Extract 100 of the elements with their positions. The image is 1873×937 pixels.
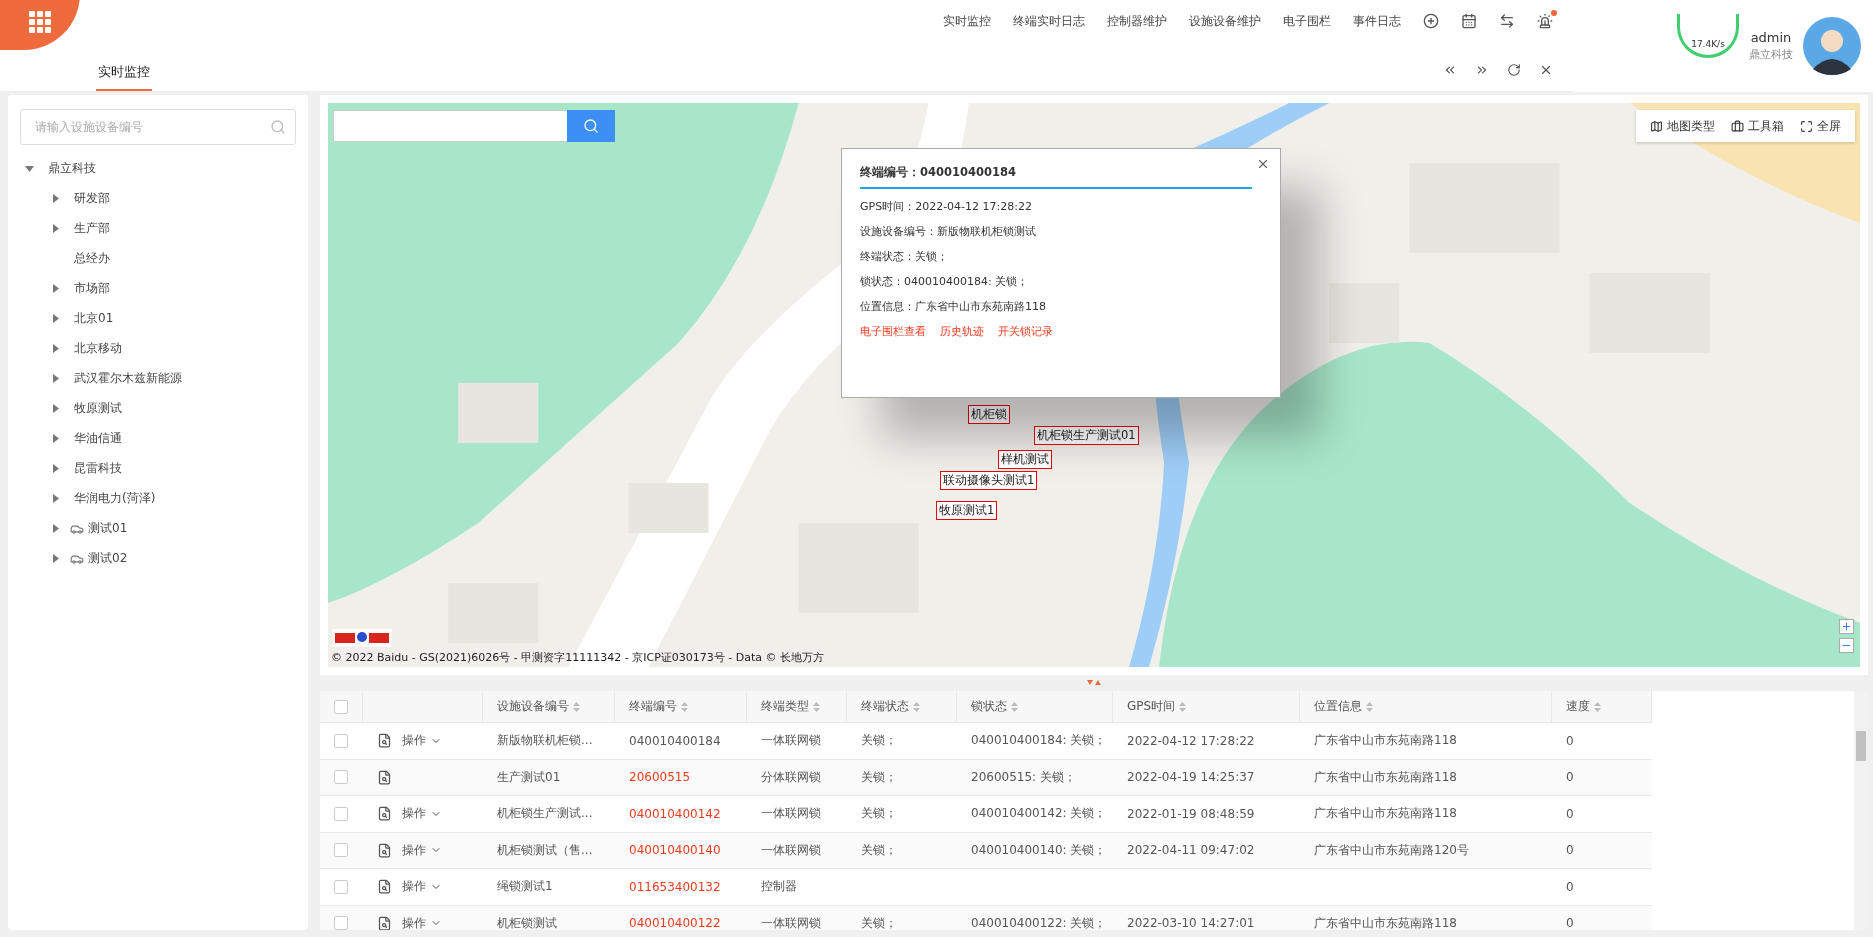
tree-item[interactable]: 华润电力(菏泽) (20, 486, 296, 511)
tree-item[interactable]: 牧原测试 (20, 396, 296, 421)
detail-icon[interactable] (377, 915, 392, 930)
caret-right-icon[interactable] (50, 434, 60, 443)
zoom-out-button[interactable] (1839, 638, 1854, 653)
row-checkbox[interactable] (334, 806, 348, 821)
row-checkbox[interactable] (334, 770, 348, 785)
map-marker-label[interactable]: 牧原测试1 (936, 501, 998, 520)
popup-title: 终端编号：040010400184 (860, 165, 1252, 189)
operation-dropdown[interactable]: 操作 (402, 805, 442, 823)
column-header[interactable]: 终端状态 (847, 691, 957, 723)
user-name[interactable]: admin (1750, 30, 1792, 45)
close-icon[interactable] (1256, 157, 1270, 171)
nav-link[interactable]: 控制器维护 (1107, 12, 1167, 30)
popup-link[interactable]: 开关锁记录 (998, 324, 1053, 339)
tab[interactable]: 实时监控 (96, 63, 152, 91)
collapse-arrows-icon[interactable] (1087, 680, 1101, 686)
popup-link[interactable]: 电子围栏查看 (860, 324, 926, 339)
device-search-field[interactable]: 请输入设施设备编号 (20, 109, 296, 145)
map-marker-label[interactable]: 联动摄像头测试1 (940, 471, 1038, 490)
first-icon[interactable] (1443, 63, 1457, 77)
caret-right-icon[interactable] (50, 554, 60, 563)
zoom-in-button[interactable] (1839, 619, 1854, 634)
map-marker-label[interactable]: 机柜锁生产测试01 (1034, 426, 1139, 445)
table-cell: 一体联网锁 (747, 832, 847, 869)
caret-down-icon[interactable] (24, 164, 34, 173)
nav-link[interactable]: 实时监控 (943, 12, 991, 30)
row-checkbox[interactable] (334, 733, 348, 748)
caret-right-icon[interactable] (50, 404, 60, 413)
app-logo[interactable] (0, 0, 80, 50)
operation-dropdown[interactable]: 操作 (402, 841, 442, 859)
tree-item[interactable]: 研发部 (20, 186, 296, 211)
nav-link[interactable]: 终端实时日志 (1013, 12, 1085, 30)
row-checkbox[interactable] (334, 916, 348, 930)
detail-icon[interactable] (377, 842, 392, 858)
table-cell: 2022-04-11 09:47:02 (1113, 832, 1300, 869)
caret-right-icon[interactable] (50, 374, 60, 383)
tree-item[interactable]: 鼎立科技 (20, 156, 296, 181)
popup-link[interactable]: 历史轨迹 (940, 324, 984, 339)
add-icon[interactable] (1423, 13, 1439, 29)
swap-icon[interactable] (1499, 13, 1515, 29)
tree-item[interactable]: 测试02 (20, 546, 296, 571)
tree-item[interactable]: 昆雷科技 (20, 456, 296, 481)
table-cell: 机柜锁测试 (483, 905, 615, 930)
table-cell: 0 (1552, 759, 1652, 796)
tree-item[interactable]: 生产部 (20, 216, 296, 241)
map-tool-button[interactable]: 工具箱 (1725, 117, 1790, 135)
map-copyright: © 2022 Baidu - GS(2021)6026号 - 甲测资字11111342 - 京ICP证030173号 - Data © 长地万方 (331, 650, 824, 665)
column-header[interactable]: 位置信息 (1300, 691, 1552, 723)
table-cell: 关锁； (847, 832, 957, 869)
table-cell: 040010400140 (615, 832, 747, 869)
search-button[interactable] (567, 110, 615, 142)
caret-right-icon[interactable] (50, 494, 60, 503)
tree-item[interactable]: 华油信通 (20, 426, 296, 451)
tree-item[interactable]: 测试01 (20, 516, 296, 541)
map-marker-label[interactable]: 机柜锁 (968, 405, 1010, 424)
last-icon[interactable] (1475, 63, 1489, 77)
column-header[interactable]: GPS时间 (1113, 691, 1300, 723)
refresh-icon[interactable] (1507, 63, 1521, 77)
avatar-icon[interactable] (1803, 17, 1861, 75)
caret-right-icon[interactable] (50, 524, 60, 533)
column-header[interactable]: 设施设备编号 (483, 691, 615, 723)
table-cell: 20600515: 关锁； (957, 759, 1113, 796)
operation-dropdown[interactable]: 操作 (402, 878, 442, 896)
detail-icon[interactable] (377, 806, 392, 822)
column-header[interactable]: 终端编号 (615, 691, 747, 723)
caret-right-icon[interactable] (50, 194, 60, 203)
column-header[interactable]: 终端类型 (747, 691, 847, 723)
select-all-checkbox[interactable] (334, 699, 348, 714)
nav-link[interactable]: 电子围栏 (1283, 12, 1331, 30)
detail-icon[interactable] (377, 769, 392, 785)
row-checkbox[interactable] (334, 843, 348, 858)
close-icon[interactable] (1539, 63, 1553, 77)
caret-right-icon[interactable] (50, 314, 60, 323)
caret-right-icon[interactable] (50, 464, 60, 473)
map-marker-label[interactable]: 样机测试 (998, 450, 1052, 469)
detail-icon[interactable] (377, 733, 392, 749)
tree-item[interactable]: 市场部 (20, 276, 296, 301)
column-header[interactable]: 锁状态 (957, 691, 1113, 723)
table-cell: 0 (1552, 832, 1652, 869)
nav-link[interactable]: 事件日志 (1353, 12, 1401, 30)
caret-right-icon[interactable] (50, 344, 60, 353)
map-search-field[interactable] (333, 110, 567, 142)
calendar-icon[interactable] (1461, 13, 1477, 29)
caret-right-icon[interactable] (50, 284, 60, 293)
tree-item[interactable]: 北京01 (20, 306, 296, 331)
operation-dropdown[interactable]: 操作 (402, 732, 442, 750)
nav-link[interactable]: 设施设备维护 (1189, 12, 1261, 30)
map-tool-button[interactable]: 地图类型 (1644, 117, 1721, 135)
caret-right-icon[interactable] (50, 224, 60, 233)
tree-item[interactable]: 北京移动 (20, 336, 296, 361)
table-cell: 广东省中山市东苑南路120号 (1300, 832, 1552, 869)
map-tool-button[interactable]: 全屏 (1794, 117, 1847, 135)
tree-item[interactable]: 总经办 (20, 246, 296, 271)
row-checkbox[interactable] (334, 879, 348, 894)
detail-icon[interactable] (377, 879, 392, 895)
tree-item[interactable]: 武汉霍尔木兹新能源 (20, 366, 296, 391)
column-header[interactable]: 速度 (1552, 691, 1652, 723)
map-logo-icon (332, 629, 392, 647)
table-cell: 0 (1552, 905, 1652, 930)
